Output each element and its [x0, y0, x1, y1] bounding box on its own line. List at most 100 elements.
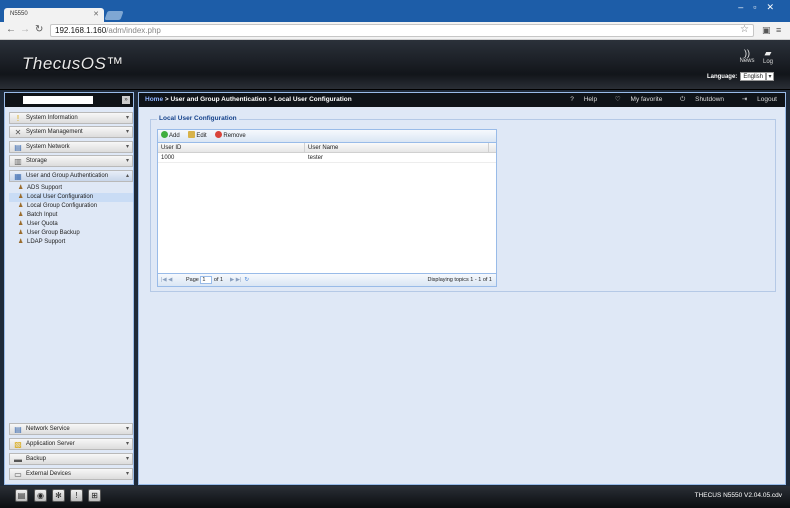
- breadcrumb-home-link[interactable]: Home: [145, 96, 163, 103]
- ldap-icon: ♟: [18, 239, 24, 245]
- menu-label: External Devices: [26, 471, 72, 477]
- help-icon: ?: [570, 96, 574, 103]
- display-summary: Displaying topics 1 - 1 of 1: [427, 277, 492, 283]
- overview-icon[interactable]: ▤: [15, 489, 28, 502]
- firmware-version: THECUS N5550 V2.04.05.cdv: [694, 492, 782, 499]
- network-icon: ▤: [14, 143, 22, 152]
- network-status-icon[interactable]: ⊞: [88, 489, 101, 502]
- breadcrumb-path: > User and Group Authentication > Local …: [163, 96, 352, 103]
- menu-external-devices[interactable]: ▭ External Devices ▾: [9, 468, 133, 480]
- back-icon[interactable]: ←: [6, 24, 16, 35]
- menu-system-network[interactable]: ▤ System Network ▾: [9, 141, 133, 153]
- submenu-user-group-backup[interactable]: ♟ User Group Backup: [9, 229, 133, 238]
- log-button[interactable]: ▰ Log: [759, 48, 777, 65]
- browser-tab[interactable]: N5550 ✕: [4, 8, 104, 22]
- menu-system-information[interactable]: ! System Information ▾: [9, 112, 133, 124]
- submenu-local-group-configuration[interactable]: ♟ Local Group Configuration: [9, 202, 133, 211]
- fan-icon[interactable]: ✻: [52, 489, 65, 502]
- add-user-button[interactable]: Add: [161, 130, 180, 143]
- favorite-label: My favorite: [630, 96, 663, 103]
- main-content: Home > User and Group Authentication > L…: [138, 92, 786, 485]
- menu-application-server[interactable]: ▧ Application Server ▾: [9, 438, 133, 450]
- refresh-icon[interactable]: ↻: [244, 277, 249, 283]
- temperature-icon[interactable]: ǃ: [70, 489, 83, 502]
- application-icon: ▧: [14, 440, 22, 449]
- left-nav-panel: » ! System Information ▾ ✕ System Manage…: [4, 92, 134, 485]
- url-path: /adm/index.php: [106, 26, 161, 35]
- help-button[interactable]: ? Help: [562, 96, 597, 103]
- page-number-input[interactable]: 1: [200, 275, 213, 284]
- reload-icon[interactable]: ↻: [35, 24, 43, 35]
- window-controls[interactable]: –▫✕: [738, 2, 784, 13]
- close-tab-icon[interactable]: ✕: [93, 10, 99, 18]
- chevron-down-icon: ▾: [125, 144, 129, 150]
- power-icon: ⏻: [680, 96, 686, 103]
- cell-user-name: tester: [308, 155, 324, 161]
- news-button[interactable]: )) News: [738, 48, 756, 64]
- external-device-icon: ▭: [14, 470, 22, 479]
- rss-icon: )): [744, 48, 750, 58]
- disk-icon[interactable]: ◉: [34, 489, 47, 502]
- address-bar[interactable]: 192.168.1.160/adm/index.php ☆: [50, 24, 754, 37]
- app-footer: ▤ ◉ ✻ ǃ ⊞ THECUS N5550 V2.04.05.cdv: [0, 486, 790, 508]
- submenu-user-quota[interactable]: ♟ User Quota: [9, 220, 133, 229]
- remove-icon: [215, 131, 223, 138]
- top-actions: ? Help ♡ My favorite ⏻ Shutdown ⇥ Logout: [554, 93, 777, 107]
- menu-user-group-auth[interactable]: ▦ User and Group Authentication ▴: [9, 170, 133, 182]
- forward-icon[interactable]: →: [20, 24, 30, 35]
- menu-label: Network Service: [26, 426, 70, 432]
- edit-icon: [188, 131, 196, 138]
- next-last-page-icons[interactable]: ▶ ▶| ↻: [230, 274, 249, 287]
- speech-bubble-icon: ▰: [764, 48, 772, 58]
- menu-backup[interactable]: ▬ Backup ▾: [9, 453, 133, 465]
- submenu-ads-support[interactable]: ♟ ADS Support: [9, 184, 133, 193]
- logout-button[interactable]: ⇥ Logout: [734, 96, 777, 103]
- grid-header: User ID User Name: [158, 143, 496, 153]
- remove-user-button[interactable]: Remove: [215, 130, 246, 143]
- submenu-label: User Group Backup: [27, 230, 80, 236]
- column-header-user-name[interactable]: User Name: [305, 143, 489, 153]
- column-header-user-id[interactable]: User ID: [158, 143, 305, 153]
- favorite-button[interactable]: ♡ My favorite: [607, 96, 662, 103]
- menu-system-management[interactable]: ✕ System Management ▾: [9, 126, 133, 138]
- submenu-label: User Quota: [27, 221, 58, 227]
- shutdown-button[interactable]: ⏻ Shutdown: [672, 96, 724, 103]
- news-label: News: [739, 58, 755, 64]
- table-row[interactable]: 1000 tester: [158, 153, 496, 163]
- search-icon[interactable]: »: [122, 96, 130, 104]
- user-icon: ♟: [18, 185, 24, 191]
- menu-icon[interactable]: ≡: [776, 25, 781, 35]
- backup-icon: ♟: [18, 230, 24, 236]
- language-select[interactable]: English: [740, 72, 766, 81]
- menu-label: User and Group Authentication: [26, 173, 109, 179]
- submenu-ldap-support[interactable]: ♟ LDAP Support: [9, 238, 133, 247]
- log-label: Log: [762, 59, 773, 65]
- menu-label: System Management: [26, 129, 83, 135]
- menu-search-input[interactable]: [23, 96, 93, 104]
- browser-tabstrip: N5550 ✕ –▫✕: [0, 0, 790, 22]
- edit-user-button[interactable]: Edit: [188, 130, 207, 143]
- extension-icon[interactable]: ▣: [762, 25, 771, 36]
- menu-label: System Information: [26, 115, 78, 121]
- page-of-label: of 1: [213, 277, 224, 283]
- new-tab-button[interactable]: [104, 11, 124, 20]
- language-selector: Language: English ▾: [707, 72, 774, 81]
- submenu-local-user-configuration[interactable]: ♟ Local User Configuration: [9, 193, 133, 202]
- edit-label: Edit: [196, 133, 207, 139]
- language-label: Language:: [706, 74, 738, 80]
- panel-title: Local User Configuration: [157, 115, 239, 122]
- tab-title: N5550: [10, 11, 28, 17]
- page-label: Page: [186, 277, 199, 283]
- thecus-logo: ThecusOS™: [22, 54, 124, 73]
- bookmark-star-icon[interactable]: ☆: [740, 24, 749, 35]
- chevron-down-icon: ▾: [125, 129, 129, 135]
- network-service-icon: ▤: [14, 425, 22, 434]
- submenu-label: Local User Configuration: [27, 194, 94, 200]
- chevron-down-icon[interactable]: ▾: [766, 72, 774, 81]
- first-prev-page-icons[interactable]: |◀ ◀: [161, 274, 172, 287]
- submenu-batch-input[interactable]: ♟ Batch Input: [9, 211, 133, 220]
- menu-storage[interactable]: ▥ Storage ▾: [9, 155, 133, 167]
- app-header: ThecusOS™ )) News ▰ Log Language: English…: [0, 40, 790, 90]
- menu-network-service[interactable]: ▤ Network Service ▾: [9, 423, 133, 435]
- browser-toolbar: ← → ↻ 192.168.1.160/adm/index.php ☆ ▣ ≡: [0, 22, 790, 40]
